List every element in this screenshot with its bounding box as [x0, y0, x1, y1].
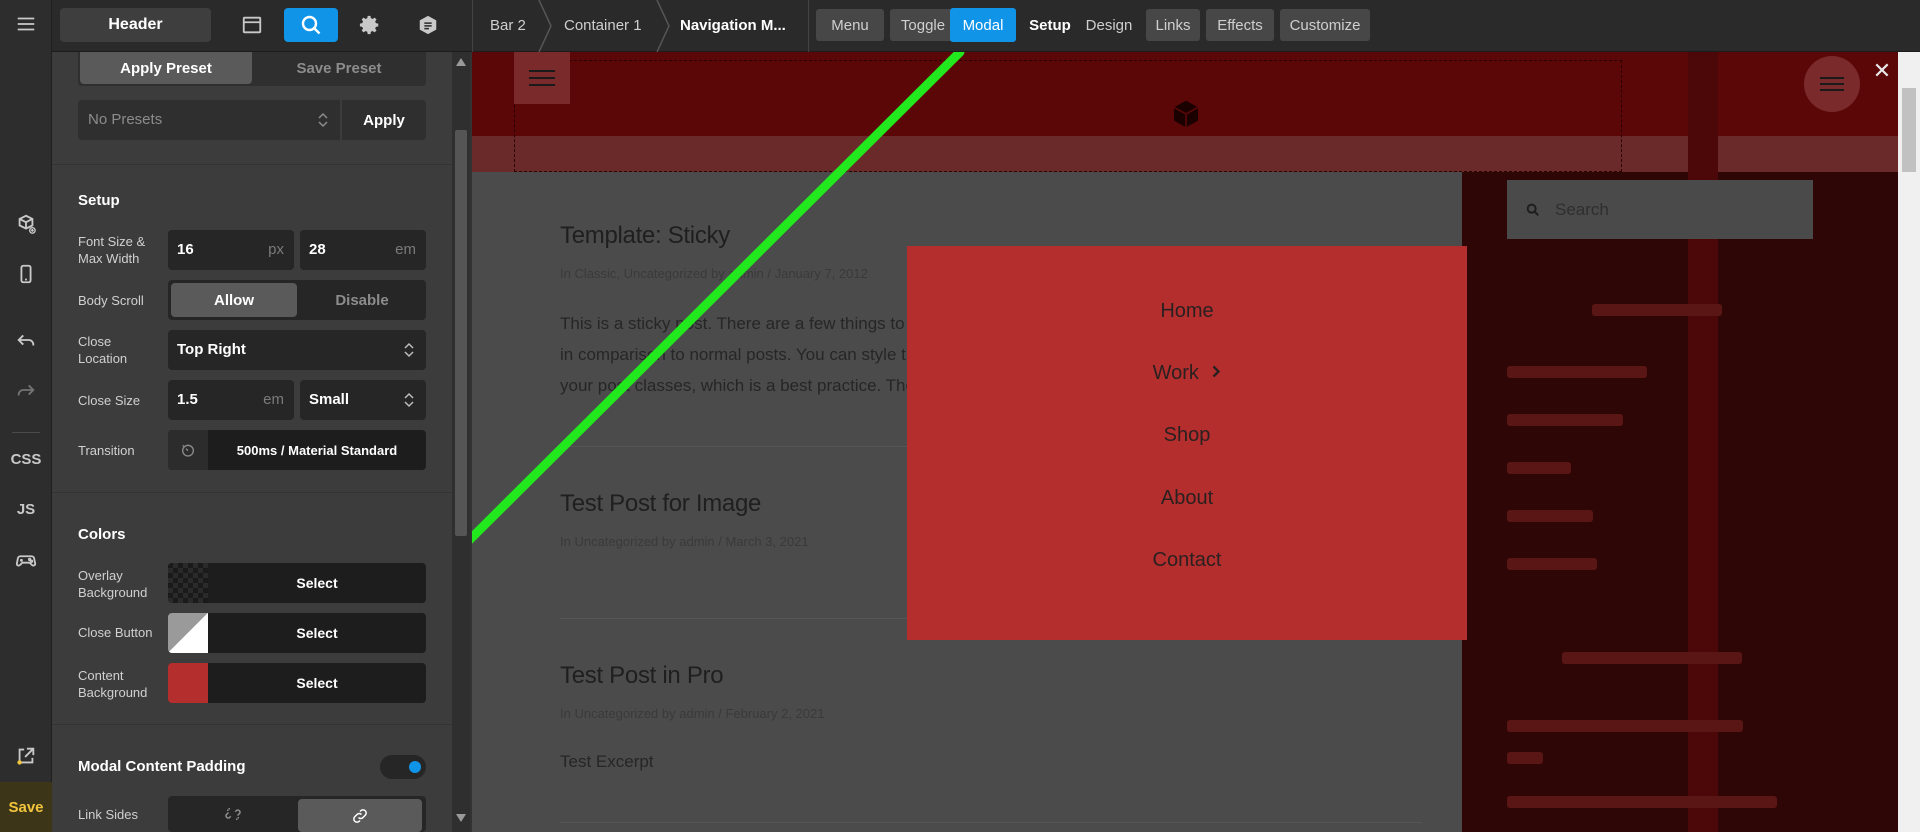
scrollbar-thumb[interactable] — [455, 130, 467, 536]
font-size-value: 16 — [177, 241, 194, 258]
max-width-value: 28 — [309, 241, 326, 258]
tab-effects[interactable]: Effects — [1206, 9, 1274, 41]
content-background-swatch — [168, 663, 208, 703]
overlay-swatch — [168, 563, 208, 603]
content-background-select[interactable]: Select — [168, 663, 426, 703]
setup-heading: Setup — [78, 192, 120, 209]
close-button-color-select[interactable]: Select — [168, 613, 426, 653]
tab-toggle[interactable]: Toggle — [890, 9, 956, 41]
cube-settings-icon[interactable] — [404, 8, 452, 42]
rail-divider — [12, 432, 40, 433]
tab-design[interactable]: Design — [1080, 9, 1138, 41]
close-button-swatch — [168, 613, 208, 653]
breadcrumb-separator-icon — [538, 0, 552, 52]
content-background-label: Content Background — [78, 668, 148, 700]
presets-select-value: No Presets — [88, 111, 163, 128]
close-size-preset-value: Small — [309, 391, 350, 408]
close-size-unit: em — [263, 391, 284, 408]
site-preview: Search Template: Sticky In Classic, Unca… — [472, 52, 1920, 832]
modal-content-padding-heading: Modal Content Padding — [78, 758, 246, 775]
panel-scrollbar[interactable] — [452, 52, 470, 832]
disable-option[interactable]: Disable — [300, 283, 424, 317]
body-scroll-label: Body Scroll — [78, 293, 144, 308]
gear-icon[interactable] — [346, 8, 394, 42]
close-location-value: Top Right — [177, 341, 246, 358]
section-divider — [52, 724, 452, 725]
css-label: CSS — [10, 450, 42, 468]
select-chevron-icon — [404, 392, 414, 408]
link-sides-toggle — [168, 796, 426, 832]
close-button-label: Close Button — [78, 625, 153, 640]
left-rail: CSS JS Save — [0, 0, 52, 832]
redo-icon[interactable] — [0, 370, 52, 410]
font-size-unit: px — [268, 241, 284, 258]
breadcrumb: Bar 2 Container 1 Navigation M... — [472, 0, 860, 52]
max-width-unit: em — [395, 241, 416, 258]
hamburger-menu-icon[interactable] — [0, 4, 52, 44]
allow-option[interactable]: Allow — [171, 283, 297, 317]
close-size-value: 1.5 — [177, 391, 198, 408]
presets-select[interactable]: No Presets — [78, 100, 340, 140]
tab-modal[interactable]: Modal — [950, 8, 1016, 42]
section-divider — [52, 492, 452, 493]
link-icon[interactable] — [298, 799, 422, 832]
max-width-input[interactable]: 28 em — [300, 230, 426, 270]
breadcrumb-current[interactable]: Navigation M... — [680, 17, 786, 34]
save-preset-tab[interactable]: Save Preset — [254, 52, 424, 84]
breadcrumb-item[interactable]: Bar 2 — [490, 17, 526, 34]
js-label: JS — [16, 500, 36, 518]
gamepad-icon[interactable] — [0, 539, 52, 579]
apply-button[interactable]: Apply — [342, 100, 426, 140]
toggle-knob — [409, 761, 421, 773]
responsive-device-icon[interactable] — [0, 254, 52, 294]
modal-padding-toggle[interactable] — [380, 755, 426, 779]
transition-value: 500ms / Material Standard — [236, 442, 398, 458]
link-sides-label: Link Sides — [78, 807, 138, 822]
colors-heading: Colors — [78, 526, 126, 543]
close-size-input[interactable]: 1.5 em — [168, 380, 294, 420]
tab-setup[interactable]: Setup — [1026, 9, 1074, 41]
select-label: Select — [296, 625, 338, 641]
layout-window-icon[interactable] — [228, 8, 276, 42]
close-size-preset-select[interactable]: Small — [300, 380, 426, 420]
js-button[interactable]: JS — [0, 489, 52, 529]
overlay-background-label: Overlay Background — [78, 568, 148, 600]
font-size-label: Font Size & Max Width — [78, 234, 146, 266]
body-scroll-toggle: Allow Disable — [168, 280, 426, 320]
select-label: Select — [296, 675, 338, 691]
breadcrumb-separator-icon — [656, 0, 670, 52]
tab-links[interactable]: Links — [1146, 9, 1200, 41]
search-icon[interactable] — [284, 8, 338, 42]
apply-preset-tab[interactable]: Apply Preset — [80, 52, 252, 84]
annotation-arrow-icon — [472, 52, 965, 544]
scroll-up-icon[interactable] — [456, 58, 466, 66]
select-label: Select — [296, 575, 338, 591]
exit-builder-icon[interactable] — [0, 736, 52, 776]
breadcrumb-item[interactable]: Container 1 — [564, 17, 642, 34]
select-chevron-icon — [318, 112, 328, 128]
top-bar: Header Bar 2 Container 1 Navigation M...… — [52, 0, 1920, 52]
inspector-panel: Apply Preset Save Preset No Presets Appl… — [52, 52, 452, 832]
select-chevron-icon — [404, 342, 414, 358]
tab-customize[interactable]: Customize — [1280, 9, 1370, 41]
close-location-label: Close Location — [78, 334, 128, 366]
add-element-icon[interactable] — [0, 204, 52, 244]
scroll-down-icon[interactable] — [456, 814, 466, 822]
close-location-select[interactable]: Top Right — [168, 330, 426, 370]
header-bar-button[interactable]: Header — [60, 8, 211, 42]
font-size-input[interactable]: 16 px — [168, 230, 294, 270]
overlay-background-select[interactable]: Select — [168, 563, 426, 603]
timer-icon — [168, 430, 208, 470]
preset-tabs: Apply Preset Save Preset — [78, 52, 426, 86]
css-button[interactable]: CSS — [0, 439, 52, 479]
close-size-label: Close Size — [78, 393, 141, 408]
save-button[interactable]: Save — [0, 782, 52, 832]
topbar-divider — [808, 0, 809, 52]
transition-select[interactable]: 500ms / Material Standard — [168, 430, 426, 470]
undo-icon[interactable] — [0, 320, 52, 360]
section-divider — [52, 164, 452, 165]
transition-label: Transition — [78, 443, 135, 458]
tab-menu[interactable]: Menu — [816, 9, 884, 41]
unlink-icon[interactable] — [171, 799, 295, 829]
